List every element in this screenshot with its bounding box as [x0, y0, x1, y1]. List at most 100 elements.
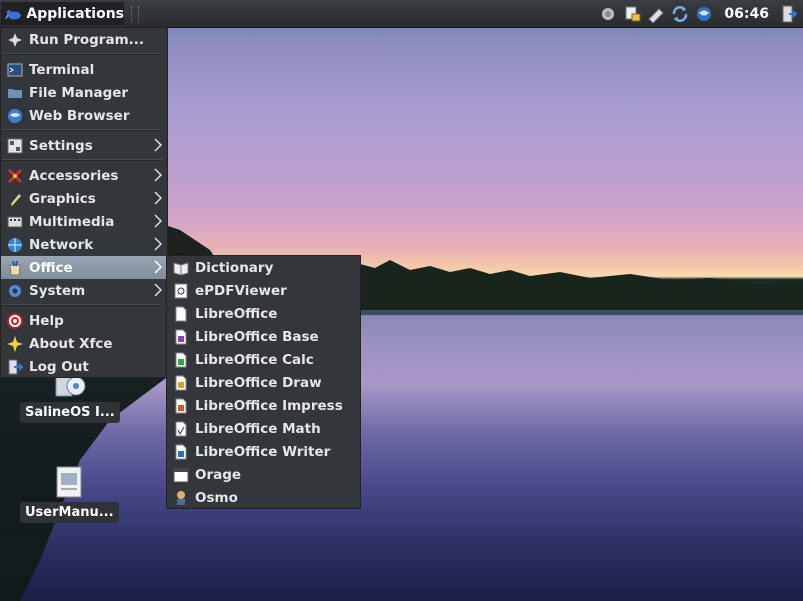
menu-item-label: Dictionary: [195, 259, 274, 276]
menu-item-terminal[interactable]: Terminal: [1, 58, 167, 81]
chevron-right-icon: [154, 168, 163, 182]
menu-item-dictionary[interactable]: Dictionary: [167, 256, 360, 279]
menu-item-office[interactable]: Office: [1, 256, 167, 279]
desktop-icon-label: UserManu...: [20, 502, 119, 523]
update-icon[interactable]: [670, 4, 690, 24]
logout-panel-icon[interactable]: [779, 4, 799, 24]
menu-item-label: Graphics: [29, 190, 96, 207]
run-icon: [7, 32, 23, 48]
menu-item-label: Log Out: [29, 358, 89, 375]
menu-item-libreoffice-base[interactable]: LibreOffice Base: [167, 325, 360, 348]
libreoffice-draw-icon: [173, 375, 189, 391]
menu-item-orage[interactable]: Orage: [167, 463, 360, 486]
menu-item-label: Terminal: [29, 61, 95, 78]
menu-item-epdfviewer[interactable]: ePDFViewer: [167, 279, 360, 302]
menu-item-multimedia[interactable]: Multimedia: [1, 210, 167, 233]
libreoffice-math-icon: [173, 421, 189, 437]
menu-item-label: Network: [29, 236, 94, 253]
menu-item-label: Orage: [195, 466, 242, 483]
menu-item-libreoffice-draw[interactable]: LibreOffice Draw: [167, 371, 360, 394]
menu-item-libreoffice-math[interactable]: LibreOffice Math: [167, 417, 360, 440]
menu-item-label: Web Browser: [29, 107, 130, 124]
office-submenu: Dictionary ePDFViewer LibreOffice LibreO…: [166, 255, 361, 509]
menu-item-label: LibreOffice: [195, 305, 278, 322]
menu-item-graphics[interactable]: Graphics: [1, 187, 167, 210]
libreoffice-impress-icon: [173, 398, 189, 414]
dictionary-icon: [173, 260, 189, 276]
menu-item-label: Osmo: [195, 489, 238, 506]
desktop-icon-usermanual[interactable]: UserManu...: [20, 466, 119, 523]
menu-item-web-browser[interactable]: Web Browser: [1, 104, 167, 127]
menu-item-libreoffice-writer[interactable]: LibreOffice Writer: [167, 440, 360, 463]
menu-item-settings[interactable]: Settings: [1, 134, 167, 157]
menu-item-system[interactable]: System: [1, 279, 167, 302]
chevron-right-icon: [154, 237, 163, 251]
document-icon: [56, 466, 82, 498]
desktop-icon-label: SalineOS I...: [20, 402, 120, 423]
network-lock-icon[interactable]: [622, 4, 642, 24]
menu-item-libreoffice-calc[interactable]: LibreOffice Calc: [167, 348, 360, 371]
chevron-right-icon: [154, 260, 163, 274]
menu-item-label: Accessories: [29, 167, 119, 184]
panel-separator: [131, 6, 139, 22]
menu-separator: [3, 159, 163, 161]
libreoffice-icon: [173, 306, 189, 322]
menu-item-accessories[interactable]: Accessories: [1, 164, 167, 187]
libreoffice-writer-icon: [173, 444, 189, 460]
panel-clock[interactable]: 06:46: [724, 6, 769, 22]
menu-item-label: LibreOffice Draw: [195, 374, 322, 391]
office-icon: [7, 260, 23, 276]
globe-icon: [7, 108, 23, 124]
libreoffice-calc-icon: [173, 352, 189, 368]
menu-item-network[interactable]: Network: [1, 233, 167, 256]
applications-menu: Run Program... Terminal File Manager Web…: [0, 27, 168, 378]
graphics-icon: [7, 191, 23, 207]
chevron-right-icon: [154, 214, 163, 228]
chevron-right-icon: [154, 138, 163, 152]
help-icon: [7, 312, 23, 329]
menu-item-label: Settings: [29, 137, 93, 154]
menu-item-label: LibreOffice Math: [195, 420, 321, 437]
browser-icon[interactable]: [694, 4, 714, 24]
chevron-right-icon: [154, 191, 163, 205]
menu-item-label: About Xfce: [29, 335, 113, 352]
menu-item-log-out[interactable]: Log Out: [1, 355, 167, 378]
system-icon: [7, 283, 23, 299]
logout-icon: [7, 359, 23, 375]
menu-item-label: LibreOffice Base: [195, 328, 319, 345]
accessories-icon: [7, 168, 23, 184]
menu-item-label: LibreOffice Impress: [195, 397, 343, 414]
folder-icon: [7, 85, 23, 101]
star-icon: [7, 335, 23, 352]
keyboard-icon[interactable]: [598, 4, 618, 24]
libreoffice-base-icon: [173, 329, 189, 345]
network-icon: [7, 237, 23, 253]
menu-item-libreoffice-impress[interactable]: LibreOffice Impress: [167, 394, 360, 417]
settings-icon: [7, 138, 23, 154]
menu-item-label: LibreOffice Calc: [195, 351, 314, 368]
applications-menu-button[interactable]: Applications: [1, 2, 124, 25]
menu-item-libreoffice[interactable]: LibreOffice: [167, 302, 360, 325]
system-tray: 06:46: [598, 0, 803, 27]
menu-item-label: Run Program...: [29, 31, 145, 48]
menu-item-label: System: [29, 282, 86, 299]
desktop-icon-salineos[interactable]: SalineOS I...: [20, 374, 120, 423]
top-panel: Applications 06:46: [0, 0, 803, 28]
menu-separator: [3, 304, 163, 306]
applications-label: Applications: [26, 5, 124, 22]
menu-item-osmo[interactable]: Osmo: [167, 486, 360, 509]
menu-item-run-program[interactable]: Run Program...: [1, 28, 167, 51]
chevron-right-icon: [154, 283, 163, 297]
terminal-icon: [7, 62, 23, 78]
menu-item-label: Multimedia: [29, 213, 115, 230]
menu-item-about-xfce[interactable]: About Xfce: [1, 332, 167, 355]
usb-icon[interactable]: [646, 4, 666, 24]
menu-item-help[interactable]: Help: [1, 309, 167, 332]
menu-separator: [3, 53, 163, 55]
menu-item-label: LibreOffice Writer: [195, 443, 331, 460]
menu-item-label: Help: [29, 312, 64, 329]
xfce-mouse-icon: [5, 9, 21, 20]
multimedia-icon: [7, 214, 23, 230]
menu-item-label: File Manager: [29, 84, 129, 101]
menu-item-file-manager[interactable]: File Manager: [1, 81, 167, 104]
